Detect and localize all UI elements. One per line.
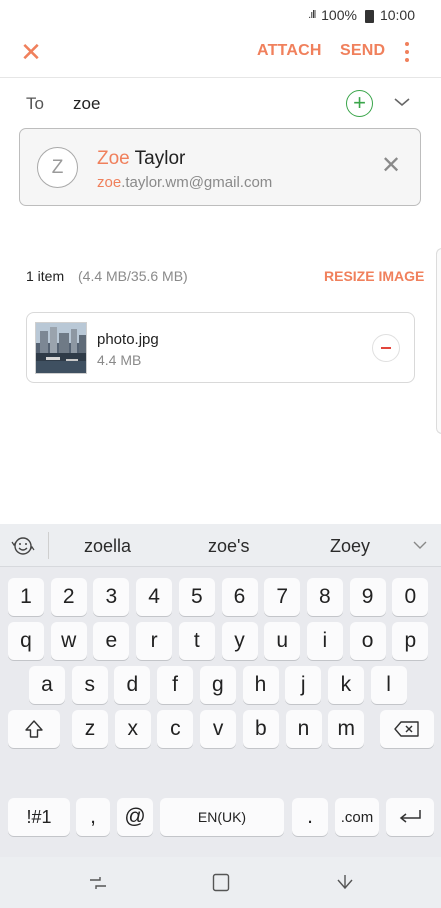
letter-key[interactable]: a [29, 666, 65, 704]
number-key[interactable]: 2 [50, 578, 87, 616]
remove-attachment-icon[interactable] [372, 334, 400, 362]
attachment-count: 1 item [26, 268, 65, 284]
letter-key[interactable]: r [136, 622, 173, 660]
letter-key[interactable]: s [71, 666, 108, 704]
file-name: photo.jpg [97, 331, 159, 348]
letter-key[interactable]: k [327, 666, 364, 704]
shift-icon [25, 720, 43, 738]
number-key[interactable]: 8 [306, 578, 343, 616]
to-label: To [26, 94, 44, 113]
chevron-down-icon[interactable] [412, 538, 428, 552]
status-bar: .ıll 100% 10:00 [0, 0, 441, 30]
letter-key[interactable]: c [157, 710, 194, 748]
letter-key[interactable]: b [242, 710, 279, 748]
suggestion-bar: zoella zoe's Zoey [0, 524, 441, 567]
add-contact-icon[interactable]: + [346, 90, 373, 117]
backspace-key[interactable] [380, 710, 434, 748]
letter-key[interactable]: z [72, 710, 108, 748]
recent-apps-icon[interactable] [88, 874, 108, 892]
letter-key[interactable]: l [370, 666, 407, 704]
close-icon[interactable]: ✕ [380, 154, 402, 178]
letter-key[interactable]: u [264, 622, 301, 660]
battery-percent: 100% [321, 7, 357, 23]
signal-icon: .ıll [308, 9, 316, 21]
enter-key[interactable] [386, 798, 434, 836]
attachment-size-total: (4.4 MB/35.6 MB) [78, 268, 188, 284]
comma-key[interactable]: , [76, 798, 110, 836]
number-key[interactable]: 0 [392, 578, 429, 616]
number-key[interactable]: 4 [136, 578, 173, 616]
app-bar: ✕ ATTACH SEND [0, 30, 441, 76]
at-key[interactable]: @ [117, 798, 153, 836]
nav-bar [0, 857, 441, 908]
number-key[interactable]: 9 [349, 578, 386, 616]
resize-image-button[interactable]: RESIZE IMAGE [324, 268, 424, 284]
attachment-item[interactable]: photo.jpg 4.4 MB [26, 312, 415, 383]
word-suggestion[interactable]: Zoey [330, 536, 370, 557]
letter-key[interactable]: g [199, 666, 236, 704]
emoji-icon[interactable] [10, 534, 36, 558]
chevron-down-icon[interactable] [393, 93, 411, 111]
number-key[interactable]: 6 [221, 578, 258, 616]
enter-icon [399, 810, 421, 823]
number-key[interactable]: 5 [178, 578, 215, 616]
letter-key[interactable]: p [392, 622, 429, 660]
letter-key[interactable]: f [157, 666, 194, 704]
letter-key[interactable]: n [285, 710, 322, 748]
photo-thumbnail [35, 322, 87, 374]
letter-key[interactable]: e [93, 622, 130, 660]
file-size: 4.4 MB [97, 352, 142, 368]
letter-key[interactable]: q [8, 622, 44, 660]
letter-key[interactable]: m [328, 710, 365, 748]
letter-key[interactable]: j [285, 666, 322, 704]
letter-key[interactable]: w [50, 622, 87, 660]
letter-key[interactable]: d [114, 666, 151, 704]
dotcom-key[interactable]: .com [335, 798, 379, 836]
number-key[interactable]: 3 [93, 578, 130, 616]
letter-key[interactable]: x [114, 710, 151, 748]
shift-key[interactable] [8, 710, 60, 748]
contact-name: Zoe Taylor [97, 148, 186, 169]
space-key[interactable]: EN(UK) [160, 798, 284, 836]
avatar: Z [37, 147, 78, 188]
period-key[interactable]: . [292, 798, 328, 836]
send-button[interactable]: SEND [340, 42, 385, 60]
word-suggestion[interactable]: zoe's [208, 536, 249, 557]
clock: 10:00 [379, 7, 415, 23]
letter-key[interactable]: o [349, 622, 386, 660]
number-key[interactable]: 1 [8, 578, 44, 616]
contact-email: zoe.taylor.wm@gmail.com [97, 174, 273, 191]
letter-key[interactable]: v [200, 710, 237, 748]
attach-button[interactable]: ATTACH [257, 42, 322, 60]
number-key[interactable]: 7 [264, 578, 301, 616]
recipient-input[interactable]: zoe [73, 94, 100, 114]
battery-icon [364, 9, 374, 23]
letter-key[interactable]: i [306, 622, 343, 660]
letter-key[interactable]: h [242, 666, 279, 704]
contact-suggestion[interactable]: Z Zoe Taylor zoe.taylor.wm@gmail.com ✕ [19, 128, 421, 206]
letter-key[interactable]: t [178, 622, 215, 660]
divider [0, 77, 441, 78]
home-icon[interactable] [212, 873, 230, 893]
symbols-key[interactable]: !#1 [8, 798, 70, 836]
edge-panel-handle[interactable] [436, 248, 441, 434]
backspace-icon [394, 721, 419, 737]
keyboard: zoella zoe's Zoey 1234567890 qwertyuiop … [0, 524, 441, 857]
more-vert-icon[interactable] [401, 40, 413, 64]
close-icon[interactable]: ✕ [18, 39, 44, 65]
back-icon[interactable] [335, 874, 355, 892]
word-suggestion[interactable]: zoella [84, 536, 131, 557]
letter-key[interactable]: y [221, 622, 258, 660]
